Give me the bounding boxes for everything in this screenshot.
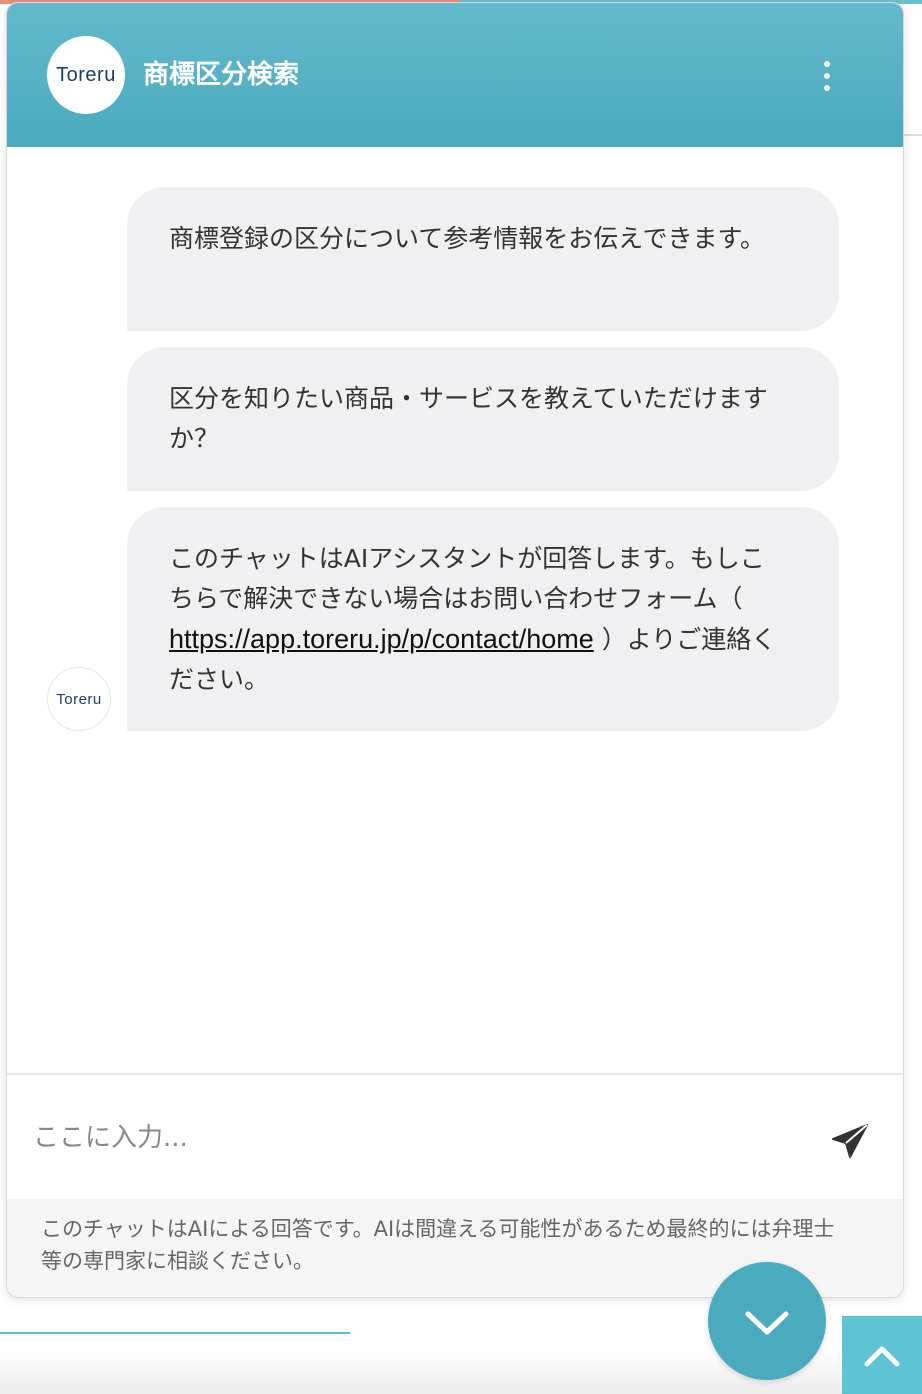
bot-message: このチャットはAIアシスタントが回答します。もしこちらで解決できない場合はお問い… <box>127 507 839 731</box>
message-text: 区分を知りたい商品・サービスを教えていただけますか？ <box>169 384 768 453</box>
message-input[interactable] <box>31 1111 795 1165</box>
kebab-menu-icon[interactable] <box>815 59 839 93</box>
background-underline <box>0 1332 350 1334</box>
message-text: 商標登録の区分について参考情報をお伝えできます。 <box>169 224 766 253</box>
send-button[interactable] <box>827 1119 871 1163</box>
collapse-chat-button[interactable] <box>708 1262 826 1380</box>
bot-avatar-text: Toreru <box>56 690 102 708</box>
background-divider <box>902 134 922 136</box>
brand-logo-text: Toreru <box>56 63 116 86</box>
composer <box>7 1073 903 1201</box>
chat-widget: Toreru 商標区分検索 商標登録の区分について参考情報をお伝えできます。 区… <box>6 2 904 1298</box>
bot-message: 区分を知りたい商品・サービスを教えていただけますか？ <box>127 347 839 491</box>
paper-plane-icon <box>832 1124 868 1158</box>
message-list[interactable]: 商標登録の区分について参考情報をお伝えできます。 区分を知りたい商品・サービスを… <box>7 147 903 1073</box>
bot-avatar: Toreru <box>47 667 111 731</box>
brand-logo: Toreru <box>47 36 125 114</box>
bot-message: 商標登録の区分について参考情報をお伝えできます。 <box>127 187 839 331</box>
page: Toreru 商標区分検索 商標登録の区分について参考情報をお伝えできます。 区… <box>0 0 922 1394</box>
scroll-to-top-button[interactable] <box>842 1316 922 1394</box>
message-text: このチャットはAIアシスタントが回答します。もしこちらで解決できない場合はお問い… <box>169 544 765 613</box>
chevron-up-icon <box>864 1346 900 1367</box>
chat-title: 商標区分検索 <box>143 60 300 90</box>
chat-header: Toreru 商標区分検索 <box>7 3 903 147</box>
contact-form-link[interactable]: https://app.toreru.jp/p/contact/home <box>169 624 594 654</box>
chevron-down-icon <box>745 1311 789 1335</box>
